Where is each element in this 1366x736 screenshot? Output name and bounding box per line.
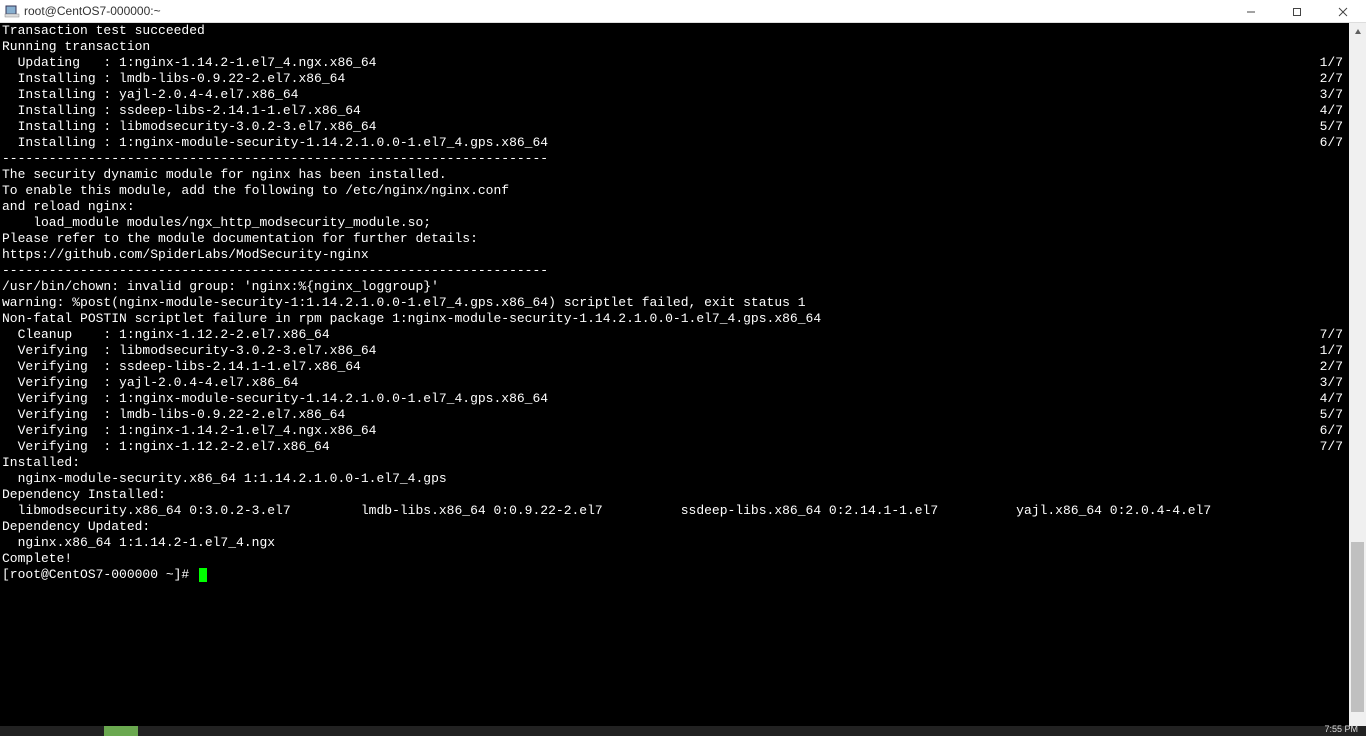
terminal-line: Verifying : yajl-2.0.4-4.el7.x86_643/7 — [2, 375, 1347, 391]
terminal-line: The security dynamic module for nginx ha… — [2, 167, 1347, 183]
terminal-line: Installing : libmodsecurity-3.0.2-3.el7.… — [2, 119, 1347, 135]
minimize-button[interactable] — [1228, 0, 1274, 23]
terminal-line: Cleanup : 1:nginx-1.12.2-2.el7.x86_647/7 — [2, 327, 1347, 343]
terminal-line: warning: %post(nginx-module-security-1:1… — [2, 295, 1347, 311]
terminal-line: Transaction test succeeded — [2, 23, 1347, 39]
terminal-line: load_module modules/ngx_http_modsecurity… — [2, 215, 1347, 231]
terminal-line: Verifying : 1:nginx-1.14.2-1.el7_4.ngx.x… — [2, 423, 1347, 439]
terminal-line: Installing : lmdb-libs-0.9.22-2.el7.x86_… — [2, 71, 1347, 87]
shell-prompt: [root@CentOS7-000000 ~]# — [2, 567, 197, 583]
terminal-line: Running transaction — [2, 39, 1347, 55]
terminal-line: Verifying : ssdeep-libs-2.14.1-1.el7.x86… — [2, 359, 1347, 375]
close-button[interactable] — [1320, 0, 1366, 23]
terminal-line: /usr/bin/chown: invalid group: 'nginx:%{… — [2, 279, 1347, 295]
putty-icon — [4, 3, 20, 19]
prompt-line[interactable]: [root@CentOS7-000000 ~]# — [2, 567, 1347, 583]
terminal-line: Complete! — [2, 551, 1347, 567]
taskbar-clock: 7:55 PM — [1324, 724, 1358, 734]
terminal-line: ----------------------------------------… — [2, 263, 1347, 279]
terminal-line: Verifying : 1:nginx-module-security-1.14… — [2, 391, 1347, 407]
terminal-line: Please refer to the module documentation… — [2, 231, 1347, 247]
terminal-container: Transaction test succeededRunning transa… — [0, 23, 1366, 736]
window-title: root@CentOS7-000000:~ — [24, 4, 161, 18]
terminal-line: and reload nginx: — [2, 199, 1347, 215]
terminal-line: nginx.x86_64 1:1.14.2-1.el7_4.ngx — [2, 535, 1347, 551]
cursor — [199, 568, 207, 582]
scroll-up-button[interactable] — [1349, 23, 1366, 40]
terminal-line: To enable this module, add the following… — [2, 183, 1347, 199]
terminal-line: Dependency Installed: — [2, 487, 1347, 503]
terminal-line: Verifying : libmodsecurity-3.0.2-3.el7.x… — [2, 343, 1347, 359]
terminal-line: nginx-module-security.x86_64 1:1.14.2.1.… — [2, 471, 1347, 487]
terminal-line: Verifying : 1:nginx-1.12.2-2.el7.x86_647… — [2, 439, 1347, 455]
terminal-line: ----------------------------------------… — [2, 151, 1347, 167]
terminal-line: Installing : ssdeep-libs-2.14.1-1.el7.x8… — [2, 103, 1347, 119]
scrollbar-thumb[interactable] — [1351, 542, 1364, 712]
window-controls — [1228, 0, 1366, 23]
taskbar-active-indicator — [104, 726, 138, 736]
terminal-line: Installed: — [2, 455, 1347, 471]
maximize-button[interactable] — [1274, 0, 1320, 23]
terminal-line: Non-fatal POSTIN scriptlet failure in rp… — [2, 311, 1347, 327]
terminal-line: Dependency Updated: — [2, 519, 1347, 535]
terminal-line: Installing : yajl-2.0.4-4.el7.x86_643/7 — [2, 87, 1347, 103]
terminal-line: Updating : 1:nginx-1.14.2-1.el7_4.ngx.x8… — [2, 55, 1347, 71]
terminal-line: Installing : 1:nginx-module-security-1.1… — [2, 135, 1347, 151]
scrollbar-track[interactable] — [1349, 40, 1366, 719]
terminal-line: libmodsecurity.x86_64 0:3.0.2-3.el7 lmdb… — [2, 503, 1347, 519]
taskbar: 7:55 PM — [0, 726, 1366, 736]
vertical-scrollbar[interactable] — [1349, 23, 1366, 736]
terminal-line: Verifying : lmdb-libs-0.9.22-2.el7.x86_6… — [2, 407, 1347, 423]
terminal-line: https://github.com/SpiderLabs/ModSecurit… — [2, 247, 1347, 263]
terminal[interactable]: Transaction test succeededRunning transa… — [0, 23, 1349, 736]
titlebar: root@CentOS7-000000:~ — [0, 0, 1366, 23]
